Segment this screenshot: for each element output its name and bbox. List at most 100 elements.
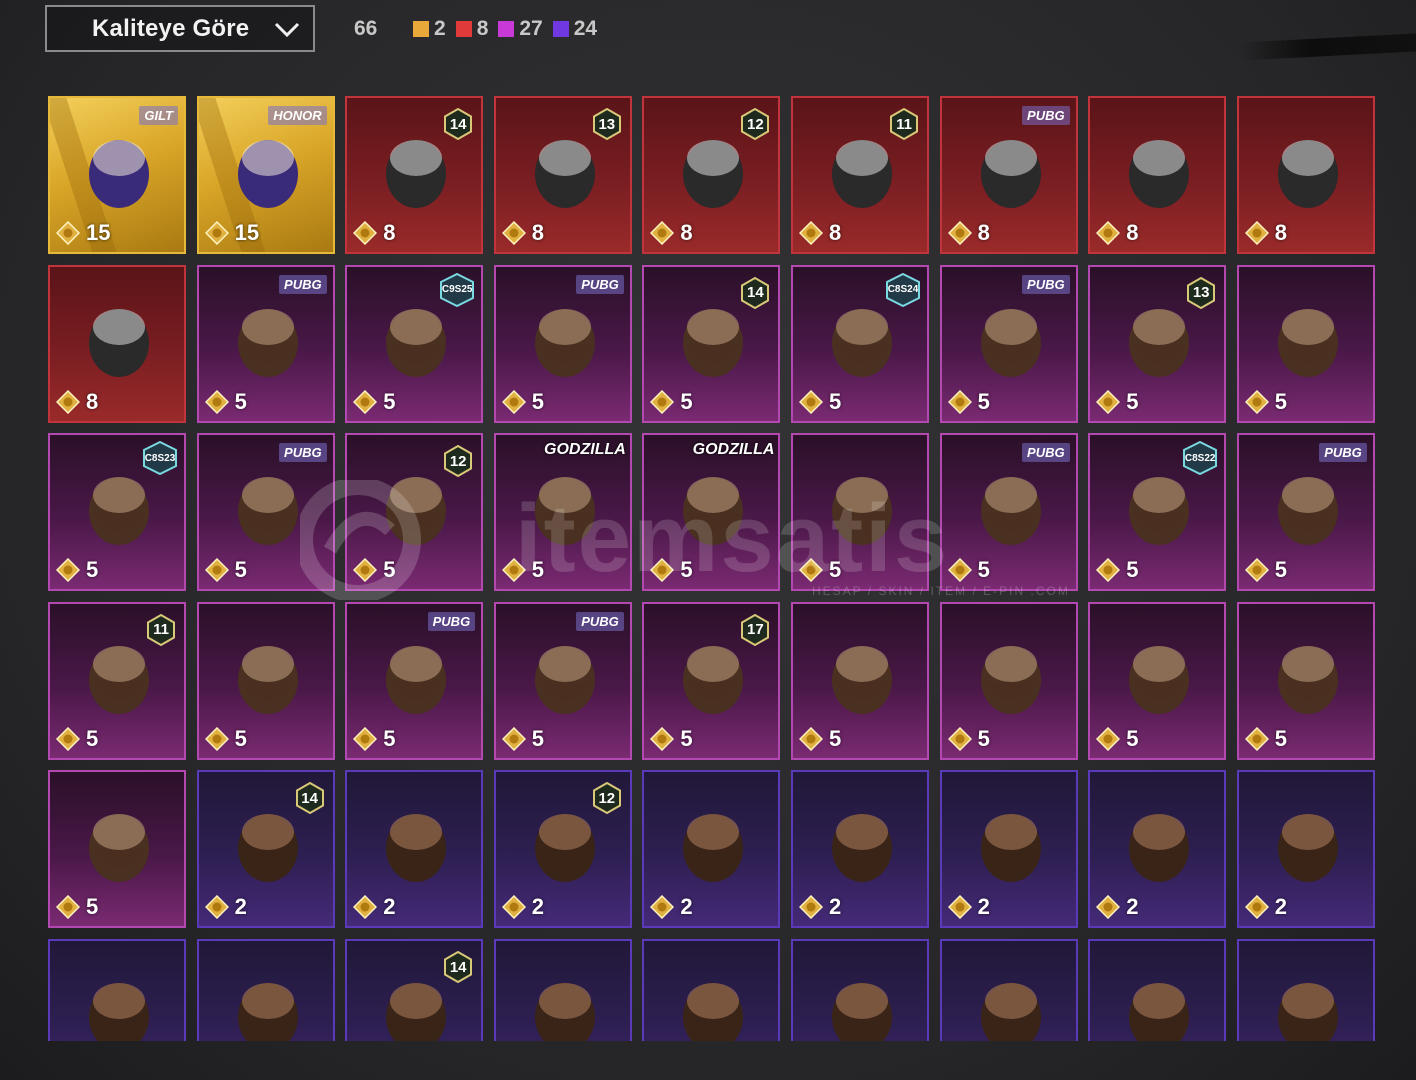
item-price: 8 [353, 220, 395, 246]
item-tile[interactable]: 5 [1236, 264, 1375, 423]
tier-number: 14 [449, 115, 467, 133]
item-price-value: 5 [531, 388, 545, 414]
chevron-down-icon [274, 22, 300, 38]
rarity-count-epic: 27 [498, 17, 543, 41]
item-tile[interactable]: 8 [1236, 96, 1375, 254]
item-tile[interactable]: PUBG 5 [493, 264, 632, 423]
coin-icon [650, 895, 675, 920]
item-price-value: 5 [977, 388, 990, 414]
mushroom-hat-icon [237, 983, 298, 1041]
rarity-count-rare: 24 [552, 17, 597, 41]
item-price: 8 [947, 220, 990, 246]
season-label: C8S22 [1184, 452, 1216, 464]
item-tile[interactable]: 2 [939, 770, 1078, 929]
item-tile[interactable]: 11 8 [791, 96, 929, 254]
coin-icon [56, 221, 80, 245]
item-price-value: 2 [531, 894, 545, 920]
item-price: 8 [650, 220, 693, 246]
ribbon-hair-icon [980, 308, 1041, 377]
item-tile[interactable]: 5 [1088, 601, 1227, 760]
item-tile[interactable]: 2 [345, 770, 484, 929]
item-tile[interactable]: HONOR 15 [196, 96, 335, 254]
item-tile[interactable]: 13 5 [1088, 264, 1227, 423]
item-tile[interactable]: 2 [1088, 770, 1227, 929]
item-tile[interactable]: 12 2 [493, 770, 632, 929]
item-price: 5 [1244, 726, 1287, 752]
item-tile[interactable]: 5 [48, 770, 186, 929]
item-tile[interactable] [493, 939, 632, 1041]
coin-icon [799, 221, 823, 245]
item-price-value: 5 [86, 894, 99, 920]
item-price-value: 2 [1126, 894, 1139, 920]
item-tile[interactable] [939, 939, 1078, 1041]
collab-logo: GODZILLA [692, 441, 775, 459]
item-price-value: 15 [234, 220, 260, 245]
item-tile[interactable]: 17 5 [642, 601, 781, 760]
item-tile[interactable]: 2 [642, 770, 781, 929]
item-tile[interactable] [1236, 939, 1375, 1041]
coin-icon [1244, 389, 1269, 414]
item-price-value: 5 [234, 388, 247, 414]
oni-mask-icon [1129, 140, 1190, 208]
item-tile[interactable] [642, 939, 781, 1041]
gas-mask-helmet-icon [832, 645, 892, 714]
item-tile[interactable]: C8S24 5 [791, 264, 929, 423]
item-tile[interactable]: 5 [791, 433, 929, 592]
item-tile[interactable]: 2 [791, 770, 929, 929]
item-tile[interactable]: 2 [1236, 770, 1375, 929]
item-tile[interactable]: PUBG 5 [345, 601, 484, 760]
rarity-counts: 2 8 27 24 [413, 17, 597, 41]
item-tile[interactable]: C8S23 5 [48, 433, 186, 592]
item-tile[interactable]: 12 5 [345, 433, 484, 592]
rarity-swatch [552, 21, 569, 37]
goggles-red-hair-icon [683, 814, 744, 883]
item-tile[interactable] [48, 939, 186, 1041]
item-price-value: 2 [234, 894, 247, 920]
cap-glasses-icon [237, 477, 298, 546]
item-tile[interactable] [1088, 939, 1227, 1041]
item-tile[interactable]: PUBG 5 [196, 264, 335, 423]
coin-icon [1244, 726, 1269, 751]
item-tile[interactable]: 5 [196, 601, 335, 760]
item-tile[interactable]: 14 [345, 939, 484, 1041]
item-tile[interactable]: 14 8 [345, 96, 484, 254]
item-tile[interactable]: 5 [791, 601, 929, 760]
item-tile[interactable] [196, 939, 335, 1041]
item-price: 5 [1244, 389, 1287, 415]
tier-number: 14 [747, 284, 764, 302]
item-tile[interactable]: 12 8 [642, 96, 781, 254]
item-price-value: 5 [86, 557, 99, 583]
coin-icon [799, 726, 823, 751]
item-tile[interactable]: GODZILLA 5 [493, 433, 632, 592]
item-tile[interactable]: PUBG 5 [493, 601, 632, 760]
item-tile[interactable]: PUBG 5 [939, 264, 1078, 423]
item-tile[interactable]: PUBG 5 [1236, 433, 1375, 592]
red-hair-cap-icon [1277, 645, 1338, 714]
item-tile[interactable]: C8S22 5 [1088, 433, 1227, 592]
item-tile[interactable] [791, 939, 929, 1041]
item-tile[interactable]: PUBG 5 [939, 433, 1078, 592]
item-tile[interactable]: 8 [48, 264, 186, 423]
item-tile[interactable]: 8 [1088, 96, 1227, 254]
item-tile[interactable]: 5 [939, 601, 1078, 760]
item-tile[interactable]: 13 8 [493, 96, 632, 254]
item-tile[interactable]: PUBG 5 [196, 433, 335, 592]
red-mohawk-icon [980, 814, 1041, 883]
item-tile[interactable]: C9S25 5 [345, 264, 484, 423]
item-tile[interactable]: GODZILLA 5 [642, 433, 781, 592]
tier-number: 13 [598, 115, 616, 133]
item-price: 15 [56, 220, 110, 246]
item-tile[interactable]: PUBG 8 [939, 96, 1078, 254]
sort-dropdown[interactable]: Kaliteye Göre [45, 5, 315, 52]
item-price-value: 5 [383, 557, 396, 583]
item-tile[interactable]: 14 2 [196, 770, 335, 929]
item-price-value: 8 [1126, 220, 1139, 245]
rarity-swatch [498, 21, 515, 37]
item-tile[interactable]: GILT 15 [48, 96, 186, 254]
item-tile[interactable]: 5 [1236, 601, 1375, 760]
item-price-value: 2 [977, 894, 990, 920]
item-tile[interactable]: 11 5 [48, 601, 186, 760]
coin-icon [947, 726, 972, 751]
item-tile[interactable]: 14 5 [642, 264, 781, 423]
collab-logo: GODZILLA [544, 441, 626, 459]
